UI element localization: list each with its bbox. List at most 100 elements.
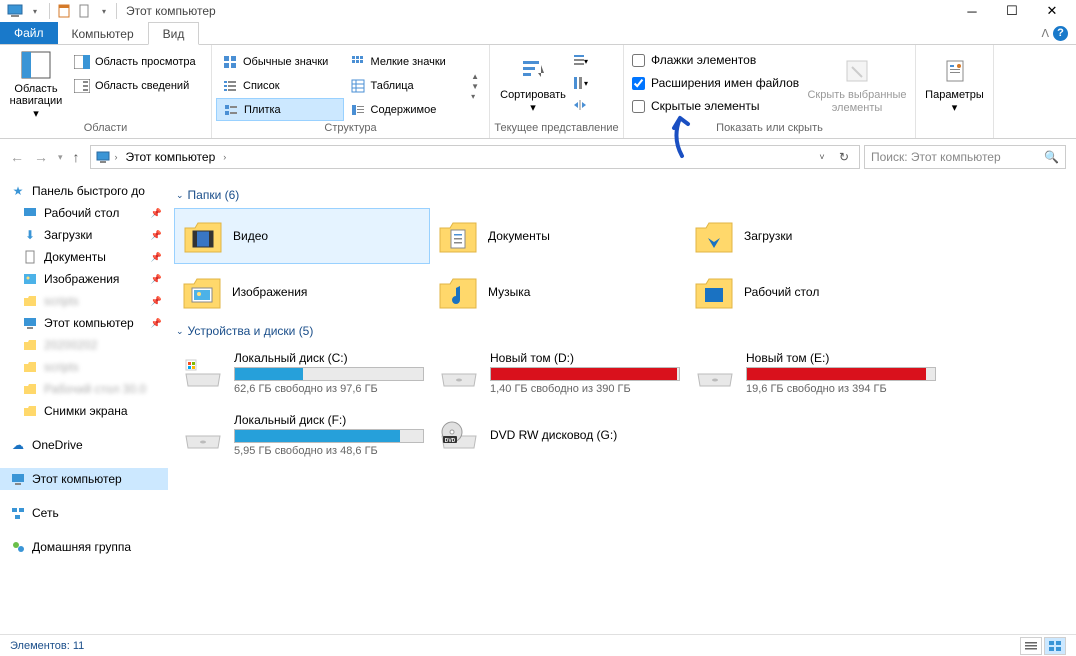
ribbon-tabs: Файл Компьютер Вид ᐱ ?: [0, 22, 1076, 45]
help-icon[interactable]: ?: [1053, 26, 1068, 41]
history-dropdown-icon[interactable]: ▾: [58, 152, 63, 163]
sidebar-network[interactable]: Сеть: [0, 502, 168, 524]
pin-icon: 📌: [151, 208, 162, 219]
qat-more-icon[interactable]: ▾: [95, 2, 113, 20]
video-folder-icon: [183, 216, 223, 256]
preview-pane-button[interactable]: Область просмотра: [68, 50, 202, 73]
options-button[interactable]: Параметры ▾: [920, 47, 989, 122]
sidebar-this-pc-pin[interactable]: Этот компьютер📌: [0, 312, 168, 334]
folder-video[interactable]: Видео: [174, 208, 430, 264]
title-bar: ▾ ▾ Этот компьютер ─ ☐ ✕: [0, 0, 1076, 22]
collapse-ribbon-icon[interactable]: ᐱ: [1041, 27, 1049, 40]
tile-icon: [223, 102, 239, 118]
details-view-button[interactable]: [1020, 637, 1042, 655]
documents-icon: [22, 249, 38, 265]
sidebar-onedrive[interactable]: ☁OneDrive: [0, 434, 168, 456]
layout-scroll-down-icon[interactable]: ▼: [471, 82, 485, 91]
refresh-button[interactable]: ↻: [833, 146, 855, 168]
dvd-drive-icon: DVD: [438, 417, 480, 453]
drive-f[interactable]: Локальный диск (F:) 5,95 ГБ свободно из …: [174, 406, 430, 464]
sidebar-downloads[interactable]: ⬇Загрузки📌: [0, 224, 168, 246]
pin-icon: 📌: [151, 274, 162, 285]
sort-icon: [517, 55, 549, 87]
layout-content[interactable]: Содержимое: [344, 98, 472, 121]
desktop-icon: [22, 205, 38, 221]
sidebar-d20[interactable]: 20200202: [0, 334, 168, 356]
add-columns-icon[interactable]: ▾: [572, 75, 588, 91]
close-button[interactable]: ✕: [1032, 0, 1072, 22]
qat-dropdown-icon[interactable]: ▾: [26, 2, 44, 20]
address-dropdown-icon[interactable]: ˅: [811, 146, 833, 168]
tab-file[interactable]: Файл: [0, 22, 58, 44]
currentview-group-label: Текущее представление: [494, 122, 619, 136]
sidebar-scripts2[interactable]: scripts: [0, 356, 168, 378]
hide-selected-button[interactable]: Скрыть выбранные элементы: [804, 47, 910, 122]
drive-e[interactable]: Новый том (E:) 19,6 ГБ свободно из 394 Г…: [686, 344, 942, 402]
file-icon[interactable]: [75, 2, 93, 20]
drives-group-header[interactable]: ⌄Устройства и диски (5): [174, 320, 1070, 344]
sidebar-pictures[interactable]: Изображения📌: [0, 268, 168, 290]
layout-scroll-up-icon[interactable]: ▲: [471, 72, 485, 81]
layout-small-icons[interactable]: Мелкие значки: [344, 50, 472, 73]
tab-computer[interactable]: Компьютер: [58, 22, 148, 44]
pin-icon: 📌: [151, 230, 162, 241]
tiles-view-button[interactable]: [1044, 637, 1066, 655]
folder-downloads[interactable]: Загрузки: [686, 208, 942, 264]
breadcrumb[interactable]: Этот компьютер: [122, 150, 220, 164]
group-by-icon[interactable]: ▾: [572, 53, 588, 69]
folder-documents[interactable]: Документы: [430, 208, 686, 264]
drive-c[interactable]: Локальный диск (C:) 62,6 ГБ свободно из …: [174, 344, 430, 402]
address-bar[interactable]: › Этот компьютер › ˅ ↻: [90, 145, 860, 169]
computer-icon: [6, 2, 24, 20]
file-extensions-checkbox[interactable]: Расширения имен файлов: [628, 72, 804, 94]
maximize-button[interactable]: ☐: [992, 0, 1032, 22]
sidebar-scripts1[interactable]: scripts📌: [0, 290, 168, 312]
up-button[interactable]: ↑: [73, 149, 80, 165]
folder-icon: [22, 381, 38, 397]
navigation-pane-button[interactable]: Область навигации ▾: [4, 47, 68, 122]
status-bar: Элементов: 11: [0, 634, 1076, 656]
capacity-bar: [746, 367, 936, 381]
onedrive-icon: ☁: [10, 437, 26, 453]
layout-regular-icons[interactable]: Обычные значки: [216, 50, 344, 73]
fit-columns-icon[interactable]: [572, 97, 588, 113]
star-icon: ★: [10, 183, 26, 199]
sidebar-quick-access[interactable]: ★Панель быстрого до: [0, 180, 168, 202]
sort-button[interactable]: Сортировать ▾: [494, 47, 572, 122]
layout-table[interactable]: Таблица: [344, 74, 472, 97]
search-box[interactable]: Поиск: Этот компьютер 🔍: [864, 145, 1066, 169]
sidebar-this-pc[interactable]: Этот компьютер: [0, 468, 168, 490]
item-checkboxes-checkbox[interactable]: Флажки элементов: [628, 49, 804, 71]
layout-more-icon[interactable]: ▾: [471, 92, 485, 101]
navigation-bar: ← → ▾ ↑ › Этот компьютер › ˅ ↻ Поиск: Эт…: [0, 139, 1076, 175]
hidden-items-checkbox[interactable]: Скрытые элементы: [628, 95, 804, 117]
folder-music[interactable]: Музыка: [430, 264, 686, 320]
drive-label: Локальный диск (C:): [234, 351, 424, 365]
content-area: ⌄Папки (6) Видео Документы Загрузки Изоб…: [168, 176, 1076, 632]
sidebar-documents[interactable]: Документы📌: [0, 246, 168, 268]
sidebar-desk30[interactable]: Рабочий стол 30.0: [0, 378, 168, 400]
drive-g[interactable]: DVD DVD RW дисковод (G:): [430, 406, 686, 464]
svg-text:DVD: DVD: [445, 438, 456, 444]
folder-pictures[interactable]: Изображения: [174, 264, 430, 320]
drive-d[interactable]: Новый том (D:) 1,40 ГБ свободно из 390 Г…: [430, 344, 686, 402]
ribbon: Область навигации ▾ Область просмотра Об…: [0, 45, 1076, 139]
tab-view[interactable]: Вид: [148, 22, 200, 45]
layout-tile[interactable]: Плитка: [216, 98, 344, 121]
sidebar-homegroup[interactable]: Домашняя группа: [0, 536, 168, 558]
forward-button[interactable]: →: [34, 149, 48, 165]
sidebar-screenshots[interactable]: Снимки экрана: [0, 400, 168, 422]
layout-list[interactable]: Список: [216, 74, 344, 97]
details-pane-button[interactable]: Область сведений: [68, 74, 202, 97]
minimize-button[interactable]: ─: [952, 0, 992, 22]
downloads-icon: ⬇: [22, 227, 38, 243]
back-button[interactable]: ←: [10, 149, 24, 165]
folder-icon: [22, 337, 38, 353]
details-pane-icon: [74, 78, 90, 94]
folder-desktop[interactable]: Рабочий стол: [686, 264, 942, 320]
sidebar-desktop[interactable]: Рабочий стол📌: [0, 202, 168, 224]
pictures-icon: [22, 271, 38, 287]
properties-icon[interactable]: [55, 2, 73, 20]
window-title: Этот компьютер: [126, 4, 216, 18]
folders-group-header[interactable]: ⌄Папки (6): [174, 184, 1070, 208]
